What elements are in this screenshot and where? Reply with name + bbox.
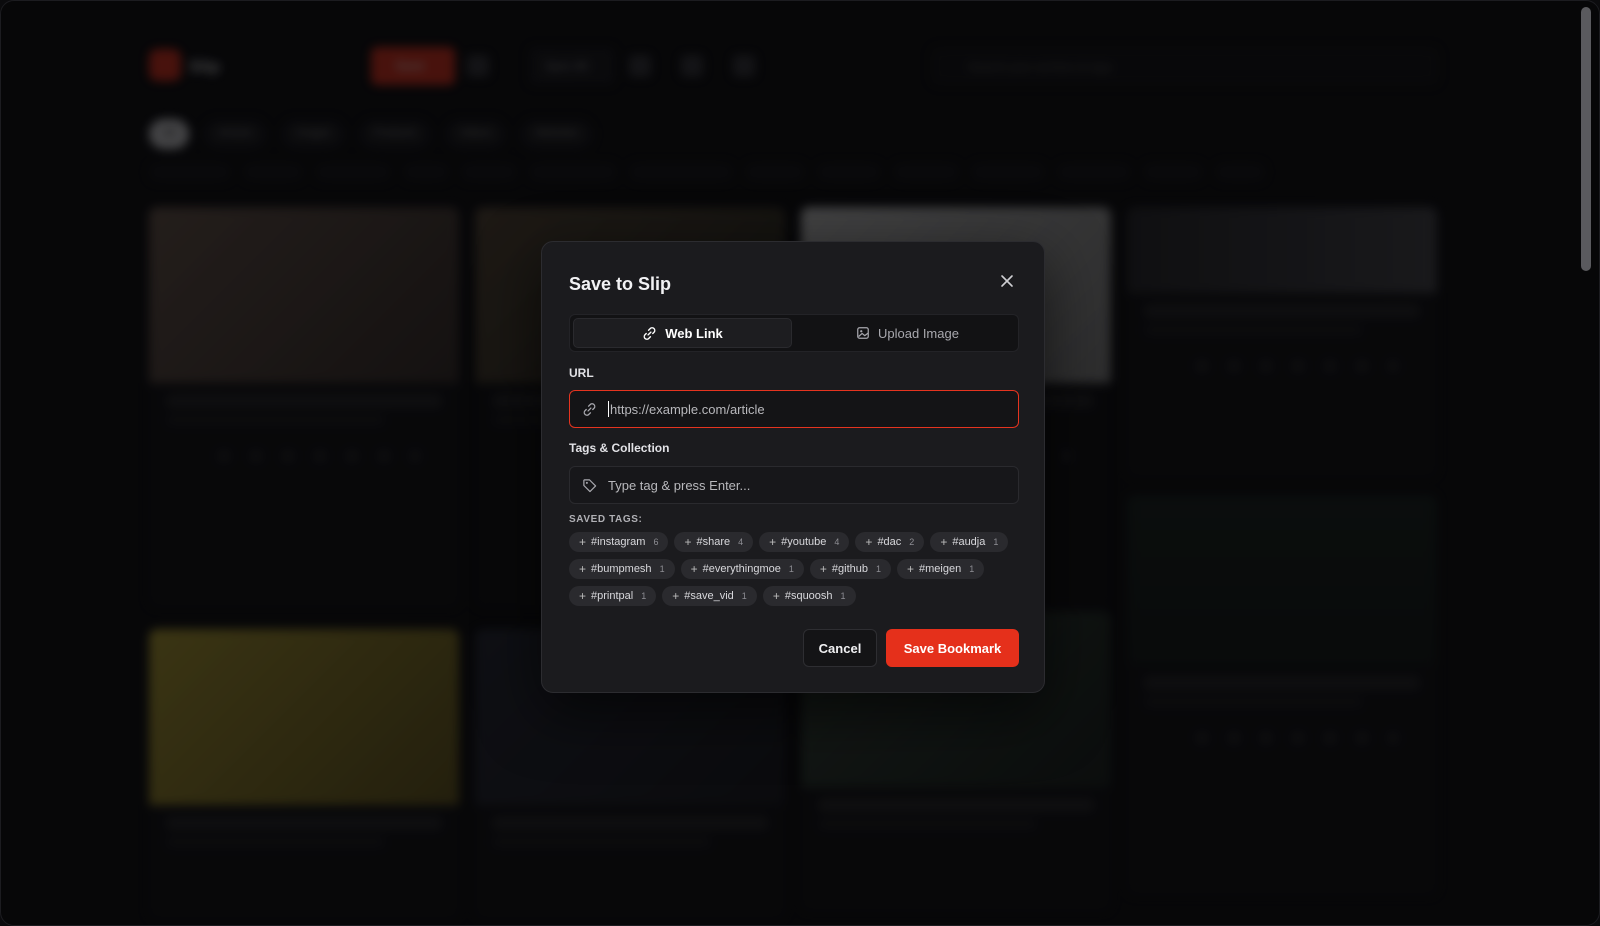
source-tabs: Web Link Upload Image bbox=[569, 314, 1019, 352]
plus-icon: + bbox=[579, 562, 587, 576]
link-icon bbox=[583, 402, 595, 416]
tag-count: 6 bbox=[653, 537, 659, 547]
tag-count: 1 bbox=[788, 564, 794, 574]
saved-tag-chip[interactable]: + #bumpmesh 1 bbox=[569, 559, 675, 579]
saved-tag-chip[interactable]: + #printpal 1 bbox=[569, 586, 657, 606]
tag-field[interactable] bbox=[569, 466, 1019, 504]
saved-tag-chip[interactable]: + #audja 1 bbox=[930, 532, 1009, 552]
plus-icon: + bbox=[819, 562, 827, 576]
plus-icon: + bbox=[672, 589, 680, 603]
tag-name: #everythingmoe bbox=[702, 563, 781, 575]
saved-tags-list: + #instagram 6 + #share 4 + #youtube 4 + #dac 2 … bbox=[569, 532, 1029, 606]
plus-icon: + bbox=[579, 589, 587, 603]
tag-count: 4 bbox=[834, 537, 840, 547]
plus-icon: + bbox=[865, 535, 873, 549]
tag-name: #audja bbox=[952, 536, 986, 548]
tag-name: #save_vid bbox=[684, 590, 734, 602]
saved-tags-label: SAVED TAGS: bbox=[569, 514, 643, 525]
plus-icon: + bbox=[769, 535, 777, 549]
tag-name: #share bbox=[696, 536, 731, 548]
tab-upload-image-label: Upload Image bbox=[878, 325, 959, 341]
tag-name: #bumpmesh bbox=[591, 563, 652, 575]
close-icon bbox=[1001, 275, 1013, 287]
scrollbar-thumb[interactable] bbox=[1581, 7, 1591, 271]
tag-count: 1 bbox=[741, 591, 747, 601]
dialog-title: Save to Slip bbox=[569, 274, 672, 294]
tags-label: Tags & Collection bbox=[569, 441, 670, 455]
save-to-slip-dialog: Save to Slip Web Link Upload Image URL h… bbox=[541, 241, 1045, 693]
tag-count: 1 bbox=[659, 564, 665, 574]
saved-tag-chip[interactable]: + #save_vid 1 bbox=[662, 586, 757, 606]
tab-upload-image[interactable]: Upload Image bbox=[798, 318, 1017, 348]
tag-count: 1 bbox=[993, 537, 999, 547]
close-button[interactable] bbox=[996, 270, 1018, 292]
tag-count: 1 bbox=[641, 591, 647, 601]
tag-input[interactable] bbox=[608, 477, 988, 493]
saved-tag-chip[interactable]: + #instagram 6 bbox=[569, 532, 669, 552]
tag-icon bbox=[582, 478, 596, 492]
url-field-icon-wrap bbox=[570, 402, 608, 417]
app-window: Slip Save Sync All Search your archive &… bbox=[0, 0, 1600, 926]
tag-name: #squoosh bbox=[784, 590, 833, 602]
url-label: URL bbox=[569, 366, 594, 380]
saved-tag-chip[interactable]: + #everythingmoe 1 bbox=[680, 559, 804, 579]
link-icon bbox=[643, 326, 656, 340]
url-input[interactable] bbox=[610, 401, 990, 417]
tag-name: #instagram bbox=[591, 536, 646, 548]
tag-name: #youtube bbox=[781, 536, 827, 548]
saved-tag-chip[interactable]: + #youtube 4 bbox=[759, 532, 850, 552]
save-bookmark-button[interactable]: Save Bookmark bbox=[886, 629, 1019, 667]
saved-tag-chip[interactable]: + #github 1 bbox=[809, 559, 892, 579]
tag-name: #dac bbox=[877, 536, 902, 548]
url-field[interactable] bbox=[569, 390, 1019, 428]
tag-name: #github bbox=[831, 563, 868, 575]
cancel-button[interactable]: Cancel bbox=[803, 629, 877, 667]
tag-name: #printpal bbox=[591, 590, 634, 602]
plus-icon: + bbox=[940, 535, 948, 549]
tag-count: 1 bbox=[840, 591, 846, 601]
tag-count: 1 bbox=[969, 564, 975, 574]
saved-tag-chip[interactable]: + #meigen 1 bbox=[897, 559, 985, 579]
plus-icon: + bbox=[579, 535, 587, 549]
plus-icon: + bbox=[690, 562, 698, 576]
tab-web-link-label: Web Link bbox=[665, 325, 723, 341]
image-icon bbox=[857, 327, 869, 339]
saved-tag-chip[interactable]: + #share 4 bbox=[674, 532, 754, 552]
tag-count: 2 bbox=[909, 537, 915, 547]
tag-field-icon-wrap bbox=[570, 478, 608, 493]
saved-tag-chip[interactable]: + #squoosh 1 bbox=[762, 586, 856, 606]
plus-icon: + bbox=[684, 535, 692, 549]
tag-count: 1 bbox=[876, 564, 882, 574]
plus-icon: + bbox=[907, 562, 915, 576]
tag-count: 4 bbox=[738, 537, 744, 547]
tab-web-link[interactable]: Web Link bbox=[573, 318, 792, 348]
tag-name: #meigen bbox=[919, 563, 962, 575]
saved-tag-chip[interactable]: + #dac 2 bbox=[855, 532, 925, 552]
plus-icon: + bbox=[772, 589, 780, 603]
text-caret bbox=[608, 401, 609, 417]
